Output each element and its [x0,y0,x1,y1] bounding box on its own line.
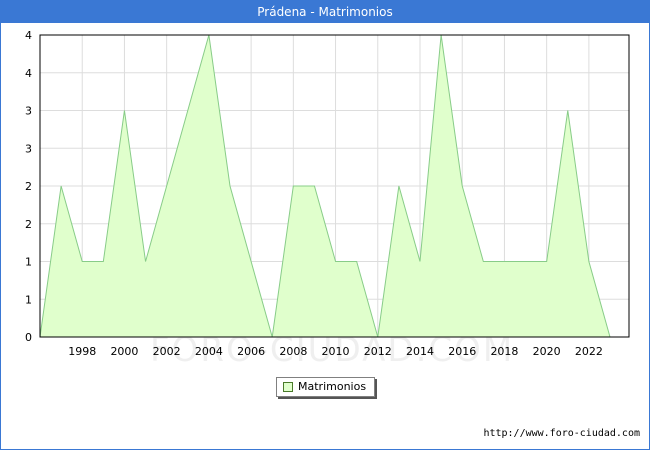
x-tick-label: 2020 [533,345,561,358]
y-tick-label: 1 [25,293,32,306]
y-tick-label: 2 [25,218,32,231]
x-tick-label: 2018 [490,345,518,358]
data-point [545,260,548,263]
x-tick-label: 2010 [322,345,350,358]
y-tick-label: 2 [25,180,32,193]
data-point [503,260,506,263]
data-point [419,260,422,263]
x-tick-label: 2016 [448,345,476,358]
data-point [397,185,400,188]
x-tick-label: 2022 [575,345,603,358]
y-tick-label: 1 [25,256,32,269]
y-tick-label: 4 [25,67,32,80]
data-point [524,260,527,263]
data-point [566,109,569,112]
data-point [60,185,63,188]
data-point [292,185,295,188]
data-point [313,185,316,188]
source-link[interactable]: http://www.foro-ciudad.com [483,428,640,439]
data-point [587,260,590,263]
legend-swatch [283,382,293,392]
data-point [123,109,126,112]
data-point [144,260,147,263]
data-point [102,260,105,263]
x-tick-label: 2000 [110,345,138,358]
x-tick-label: 1998 [68,345,96,358]
x-tick-label: 2008 [279,345,307,358]
y-tick-label: 0 [25,331,32,344]
x-tick-label: 2002 [153,345,181,358]
x-tick-label: 2014 [406,345,434,358]
data-point [165,185,168,188]
data-point [461,185,464,188]
y-tick-label: 4 [25,29,32,42]
data-point [334,260,337,263]
x-tick-label: 2004 [195,345,223,358]
y-tick-label: 3 [25,105,32,118]
data-point [81,260,84,263]
legend: Matrimonios [276,377,375,397]
data-point [355,260,358,263]
x-tick-label: 2006 [237,345,265,358]
data-point [186,109,189,112]
data-point [482,260,485,263]
data-point [250,260,253,263]
x-tick-label: 2012 [364,345,392,358]
data-point [229,185,232,188]
legend-label: Matrimonios [298,380,367,393]
y-tick-label: 3 [25,142,32,155]
